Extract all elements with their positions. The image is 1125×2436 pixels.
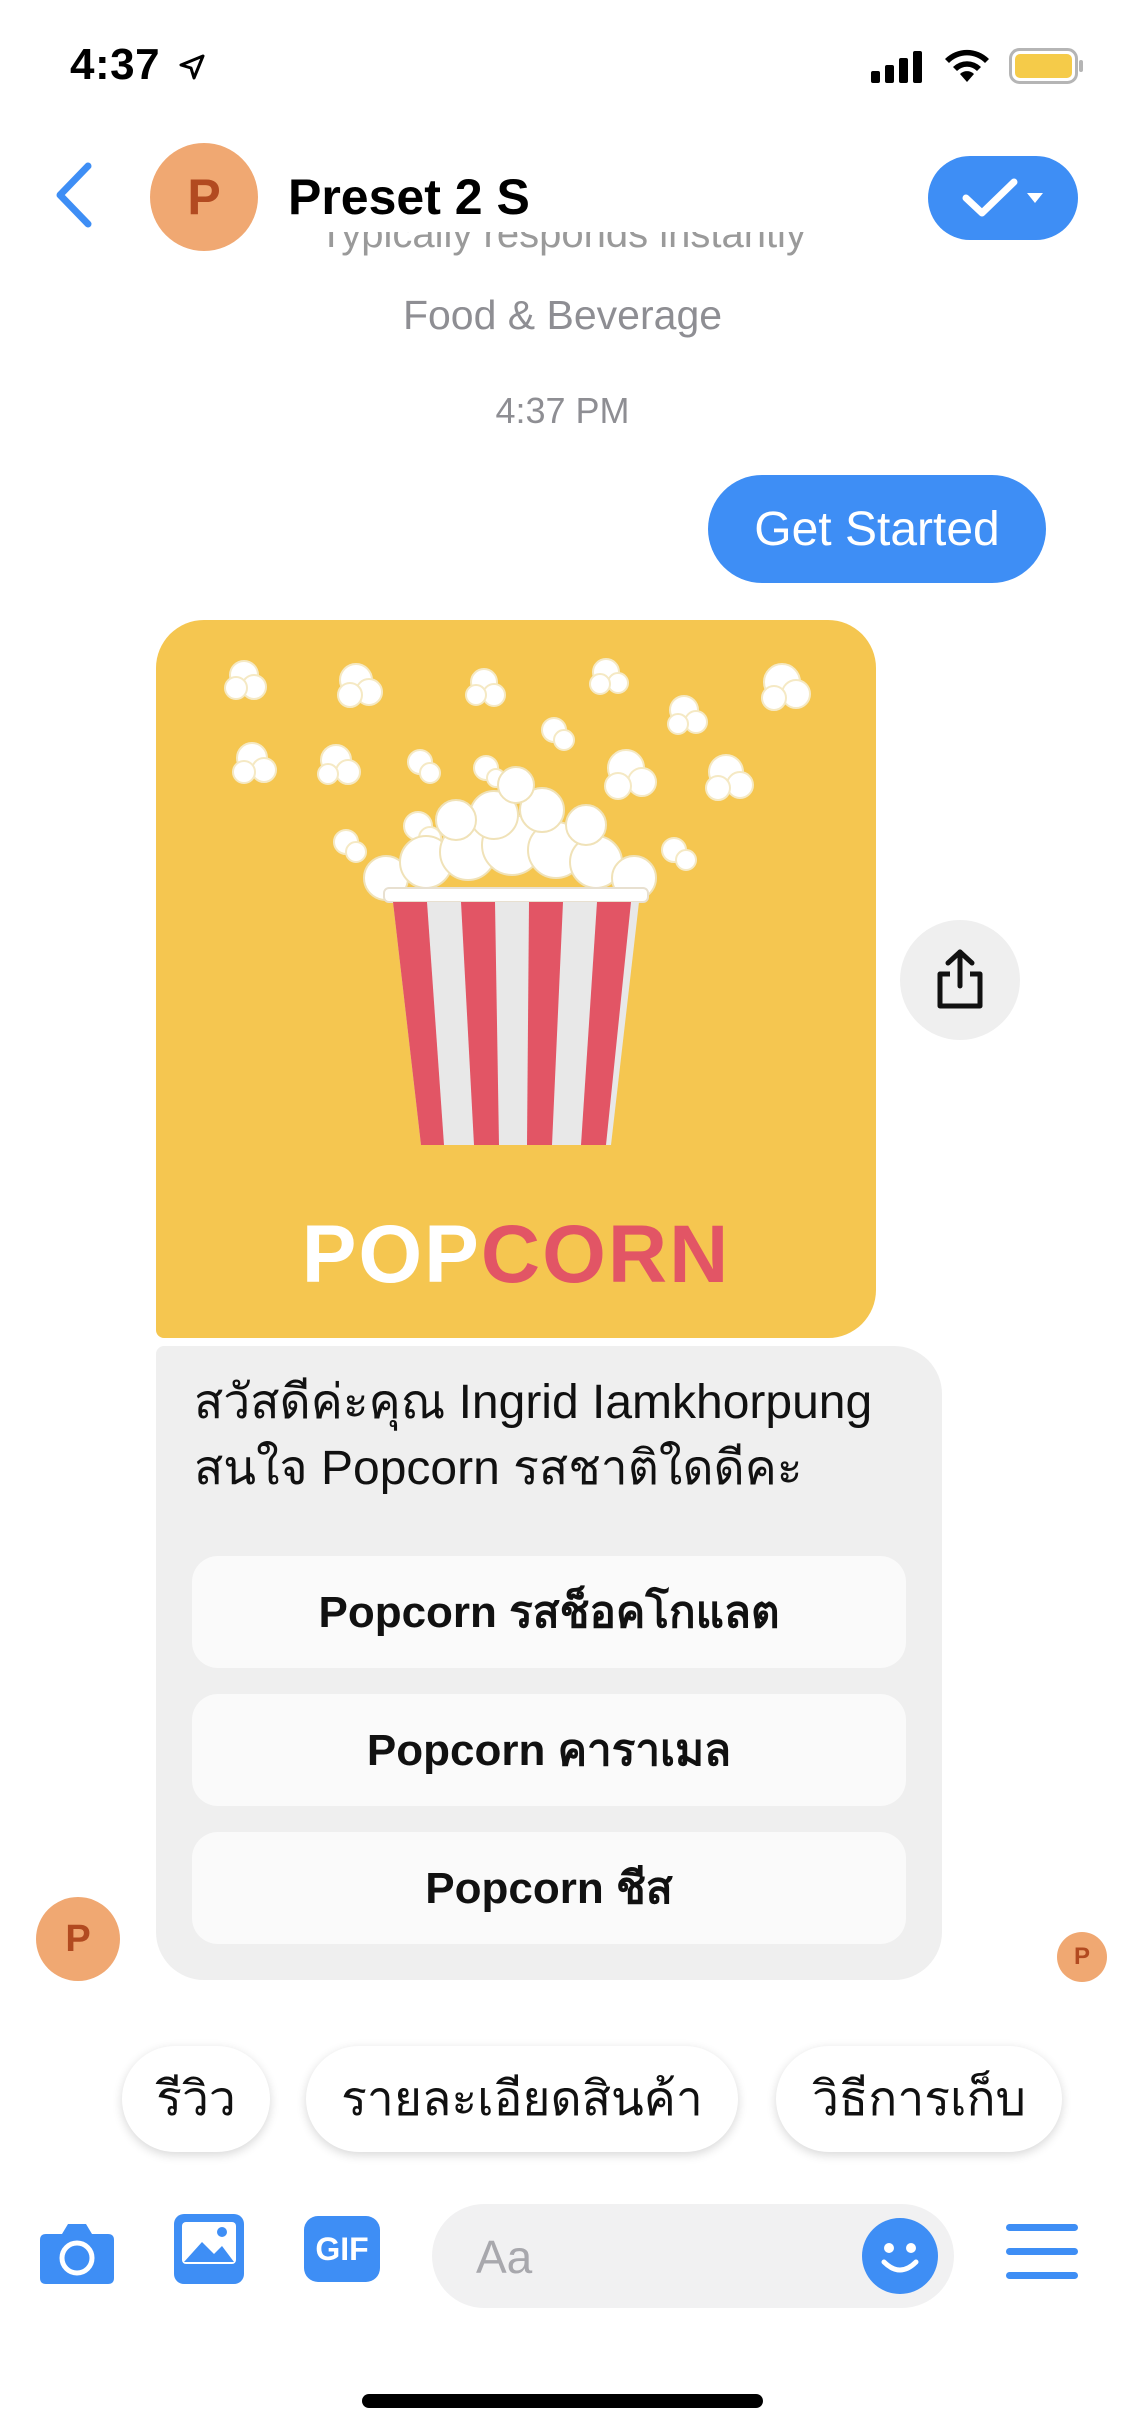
kernel [705,754,754,801]
page-subtitle: Typically responds instantly [0,232,1125,272]
photo-icon [174,2214,244,2284]
kernel [232,742,277,784]
photo-button[interactable] [172,2212,246,2291]
card-button-chocolate[interactable]: Popcorn รสช็อคโกแลต [192,1556,906,1668]
quick-reply-review[interactable]: รีวิว [122,2046,270,2152]
gif-label: GIF [315,2230,369,2267]
kernel [589,658,629,695]
signal-icon [871,51,922,83]
kernel [407,749,441,784]
card-message: สวัสดีค่ะคุณ Ingrid Iamkhorpung สนใจ Pop… [194,1376,873,1495]
kernel [761,663,811,711]
popcorn-logo: POPCORN [302,1209,731,1300]
menu-button[interactable] [1006,2222,1078,2287]
outgoing-message-bubble[interactable]: Get Started [708,475,1046,583]
home-indicator [362,2394,763,2408]
kernel [541,717,575,751]
quick-reply-product-details[interactable]: รายละเอียดสินค้า [306,2046,738,2152]
popcorn-illustration: POPCORN [224,658,811,1300]
menu-icon [1006,2224,1078,2279]
battery-icon [1009,48,1083,84]
back-button[interactable] [52,160,96,230]
kernel [661,837,697,871]
chevron-left-icon [56,162,92,228]
bucket-rim [383,887,649,903]
popcorn-bucket [393,902,639,1145]
done-dropdown-button[interactable] [928,156,1078,240]
emoji-icon [881,2243,919,2273]
page-title[interactable]: Preset 2 S [288,168,530,226]
card-button-caramel[interactable]: Popcorn คาราเมล [192,1694,906,1806]
quick-reply-storage[interactable]: วิธีการเก็บ [776,2046,1062,2152]
message-input-placeholder: Aa [476,2231,533,2283]
seen-avatar-letter: P [1073,1943,1090,1970]
location-arrow-icon [179,54,205,80]
sender-avatar-letter: P [65,1917,91,1960]
share-icon [937,949,983,1009]
status-icons [871,48,1085,84]
kernel [667,695,708,735]
seen-avatar: P [1057,1932,1107,1982]
kernel [224,660,267,700]
caret-down-icon [1027,193,1043,203]
sender-avatar[interactable]: P [36,1897,120,1981]
share-button[interactable] [900,920,1020,1040]
kernel [604,749,657,800]
kernel [333,829,367,863]
card-body: สวัสดีค่ะคุณ Ingrid Iamkhorpung สนใจ Pop… [156,1346,942,1980]
kernel [465,668,506,707]
status-time: 4:37 [70,40,207,90]
card-image[interactable]: POPCORN [156,620,876,1338]
message-input[interactable]: Aa [432,2204,954,2308]
emoji-button[interactable] [862,2218,938,2294]
camera-button[interactable] [38,2220,116,2291]
kernel [317,744,361,785]
gif-button[interactable]: GIF [302,2214,382,2289]
wifi-icon [945,49,989,82]
page-subtitle-text: Typically responds instantly [319,232,806,256]
page-avatar-letter: P [187,169,221,225]
kernel [337,663,383,708]
message-timestamp: 4:37 PM [495,390,630,431]
page-category: Food & Beverage [402,292,723,338]
status-time-text: 4:37 [70,40,161,89]
card-button-cheese[interactable]: Popcorn ชีส [192,1832,906,1944]
camera-icon [40,2224,114,2284]
checkmark-icon [962,178,1018,217]
